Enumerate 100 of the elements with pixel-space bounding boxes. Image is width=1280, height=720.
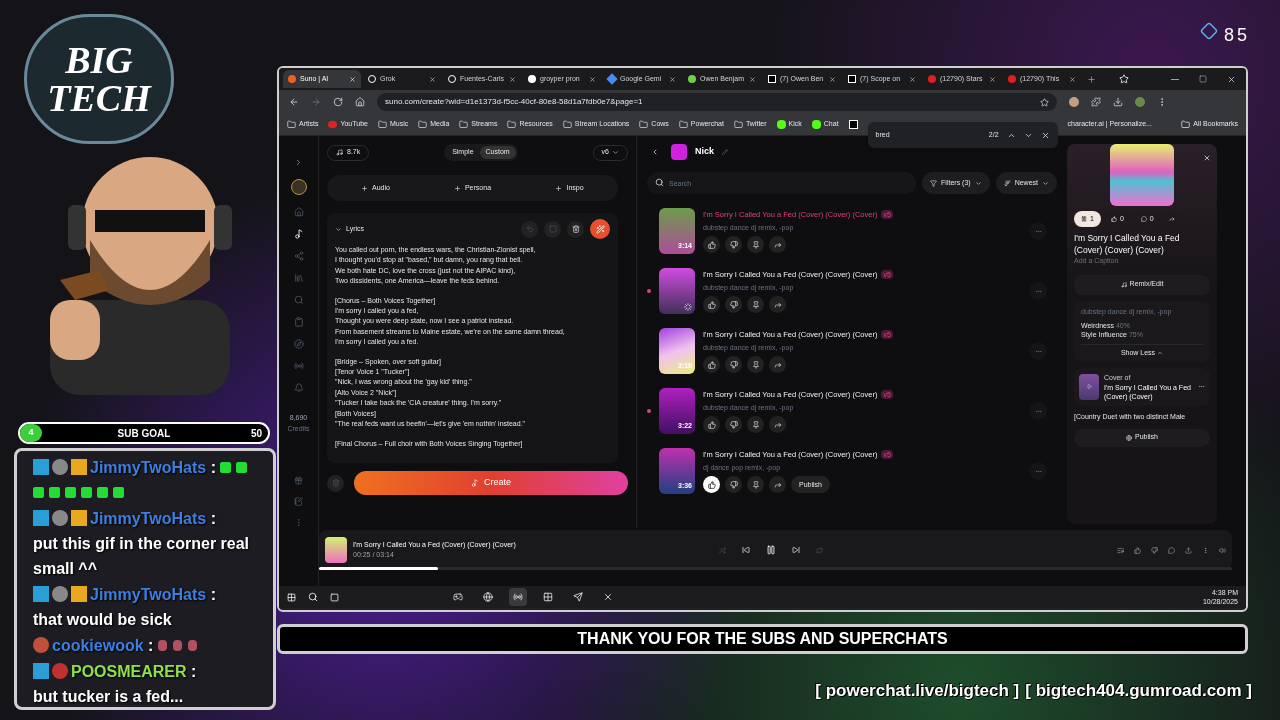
pin-button[interactable] [747,296,764,314]
pin-button[interactable] [747,356,764,374]
logo-icon[interactable] [290,179,307,195]
chat-username: JimmyTwoHats [90,510,207,527]
site-icon [928,75,936,83]
plus-icon [555,184,563,192]
chat-text: put this gif in the corner real small ^^ [33,534,251,579]
previous-icon[interactable] [742,546,750,554]
pause-icon[interactable] [766,545,776,555]
back-icon [651,148,659,156]
folder-icon [562,120,572,129]
volume-icon[interactable] [1219,546,1226,554]
emote-icon [220,462,232,473]
back-icon[interactable] [289,97,299,107]
dislike-button[interactable] [725,236,742,254]
dislike-button[interactable] [725,476,742,494]
close-icon[interactable] [669,75,676,83]
share-button[interactable] [769,236,786,254]
pin-button[interactable] [747,476,764,494]
share-icon[interactable] [1185,546,1192,554]
profile-avatar-icon [1069,97,1079,107]
windows-start-icon[interactable] [287,592,296,602]
close-icon[interactable] [989,75,996,83]
pin-icon [751,480,760,489]
folder-icon [639,120,649,129]
search-icon[interactable] [308,592,318,602]
record-icon [513,592,523,602]
bookmark-star-icon[interactable] [1040,97,1049,107]
site-icon [288,75,296,83]
share-button[interactable] [769,356,786,374]
chat-separator: : [210,510,216,527]
thumbs-down-icon [729,480,738,489]
like-button[interactable] [703,236,720,254]
close-icon[interactable] [909,75,916,83]
site-icon [528,75,536,83]
folder-icon [459,120,469,129]
close-icon[interactable] [1040,130,1050,140]
like-button[interactable] [703,356,720,374]
chat-text: that would be sick [33,610,173,630]
comment-icon [1140,216,1147,222]
emote-icon [172,640,182,651]
close-icon[interactable] [429,75,436,83]
create-button[interactable]: Create [354,471,628,495]
close-icon[interactable] [509,75,516,83]
download-icon[interactable] [1113,97,1123,107]
music-note-icon [471,479,479,487]
plus-icon [361,184,369,192]
sub-goal-target: 50 [250,426,262,441]
task-view-icon[interactable] [330,592,339,602]
dislike-button[interactable] [725,356,742,374]
close-icon[interactable] [589,75,596,83]
radio-icon[interactable] [293,361,304,371]
share-button[interactable] [769,476,786,494]
workspace-avatar [671,144,687,160]
k-logo-icon [811,120,821,129]
dislike-icon[interactable] [1151,546,1158,554]
next-icon[interactable] [792,546,800,554]
like-icon[interactable] [1134,546,1141,554]
like-button[interactable] [703,476,720,494]
maximize-icon[interactable] [1199,75,1207,83]
folder-icon [377,120,387,129]
globe-icon [1126,434,1132,441]
magic-wand-button[interactable] [590,219,610,239]
reload-icon[interactable] [333,97,343,107]
music-note-icon[interactable] [293,229,304,239]
music-note-icon [336,149,343,156]
profile-avatar-icon[interactable] [1135,97,1145,107]
close-icon[interactable] [1069,75,1076,83]
share-button[interactable] [769,416,786,434]
cover-art-image [1110,144,1174,206]
comment-icon[interactable] [1168,546,1175,554]
close-icon[interactable] [749,75,756,83]
pin-button[interactable] [747,416,764,434]
dislike-button[interactable] [725,416,742,434]
share-button[interactable] [769,296,786,314]
close-icon[interactable] [829,75,836,83]
extensions-icon[interactable] [1091,97,1101,107]
like-button[interactable] [703,296,720,314]
clipboard-icon[interactable] [293,317,304,327]
thumbs-up-icon [707,420,716,429]
queue-icon[interactable] [1117,546,1124,554]
k-logo-icon [776,120,786,129]
minimize-icon[interactable] [1171,78,1179,80]
site-icon [606,73,618,85]
gamepad-icon [453,592,463,602]
like-button[interactable] [703,416,720,434]
delete-button[interactable] [567,220,584,238]
new-tab-icon[interactable] [1087,74,1096,84]
expand-icon[interactable] [294,158,303,167]
close-icon[interactable] [1227,74,1236,84]
record-taskbar-button[interactable] [509,588,527,606]
pin-icon [751,360,760,369]
chat-username: JimmyTwoHats [90,586,207,603]
link-caption: [ powerchat.live/bigtech ] [815,680,1020,702]
pin-button[interactable] [747,236,764,254]
address-bar[interactable]: suno.com/create?wid=d1e1373d-f5cc-40cf-80e8-58d1a7fdb0e7&page=1 [377,93,1057,111]
dislike-button[interactable] [725,296,742,314]
chat-text: but tucker is a fed... [33,687,185,707]
caret-icon [1042,179,1049,187]
cover-art-thumbnail[interactable] [659,268,695,314]
